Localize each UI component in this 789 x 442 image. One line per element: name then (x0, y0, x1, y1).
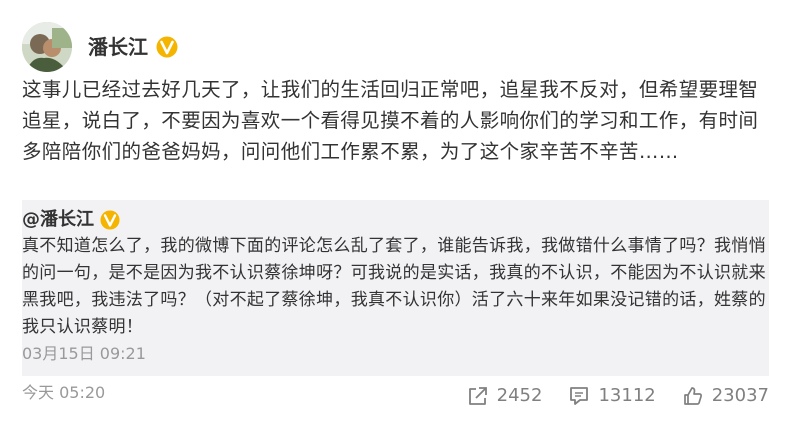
thumbs-up-icon (683, 387, 702, 405)
forward-count: 2452 (496, 385, 543, 406)
quoted-post-text: 真不知道怎么了，我的微博下面的评论怎么乱了套了，谁能告诉我，我做错什么事情了吗？… (22, 236, 766, 337)
verified-badge-icon (156, 36, 178, 58)
author-name[interactable]: 潘长江 (88, 34, 148, 60)
quoted-post-author: @潘长江 (22, 208, 120, 232)
post-actions: 2452 13112 23037 (467, 384, 769, 408)
like-button[interactable]: 23037 (682, 384, 769, 408)
post-author: 潘长江 (88, 34, 178, 60)
quoted-post-timestamp[interactable]: 03月15日 09:21 (22, 343, 146, 365)
comment-icon (570, 387, 589, 405)
comment-count: 13112 (598, 385, 656, 406)
quoted-post[interactable]: @潘长江 真不知道怎么了，我的微博下面的评论怎么乱了套了，谁能告诉我，我做错什么… (22, 200, 769, 376)
verified-badge-icon (100, 210, 120, 230)
share-icon (468, 387, 487, 405)
avatar-image (22, 22, 72, 72)
post-text: 这事儿已经过去好几天了，让我们的生活回归正常吧，追星我不反对，但希望要理智追星，… (22, 78, 759, 163)
comment-button[interactable]: 13112 (568, 384, 656, 408)
quoted-author-name[interactable]: @潘长江 (22, 208, 94, 232)
like-count: 23037 (711, 385, 769, 406)
post-timestamp[interactable]: 今天 05:20 (22, 382, 105, 404)
forward-button[interactable]: 2452 (467, 384, 543, 408)
user-avatar[interactable] (22, 22, 72, 72)
